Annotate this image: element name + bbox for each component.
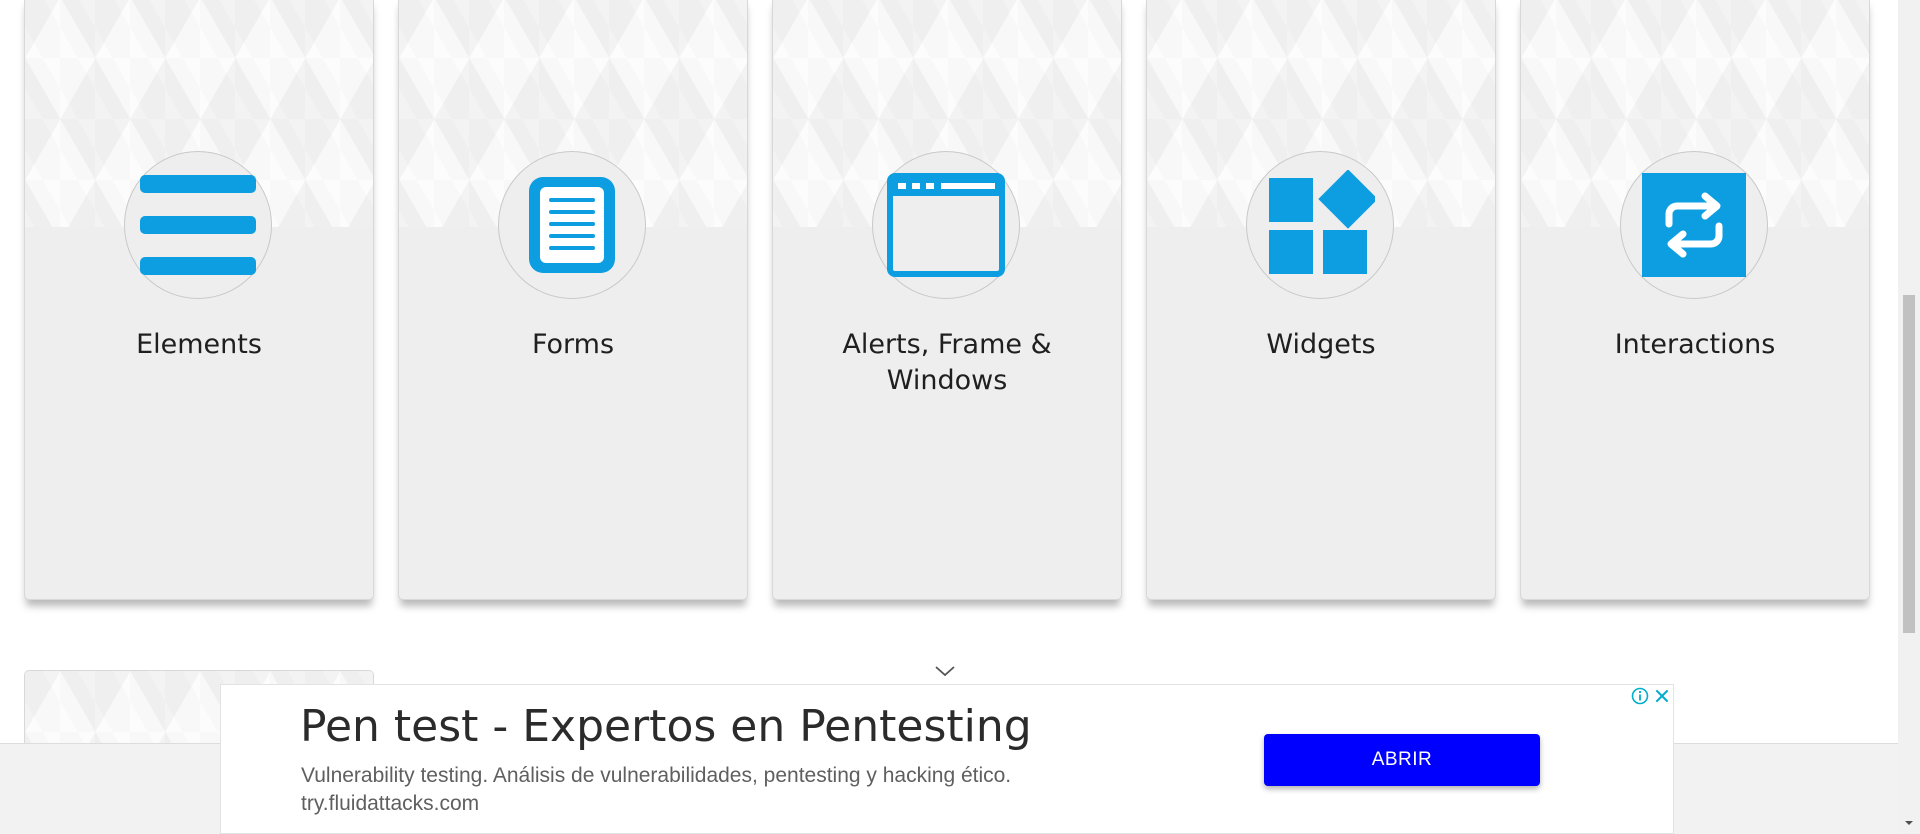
widgets-blocks-icon [1269,170,1375,274]
document-form-icon [529,177,615,273]
scroll-down-arrow-icon[interactable] [1898,812,1920,834]
repeat-arrows-icon [1642,173,1746,277]
card-icon-circle [1620,151,1768,299]
ad-title[interactable]: Pen test - Expertos en Pentesting [300,699,1032,755]
chevron-down-icon[interactable] [934,664,956,678]
scrollbar-thumb[interactable] [1903,295,1915,633]
card-icon-circle [872,151,1020,299]
hamburger-menu-icon [140,175,256,275]
ad-open-button[interactable]: ABRIR [1264,734,1540,786]
category-card-interactions[interactable]: Interactions [1520,0,1870,600]
card-title: Interactions [1614,329,1776,360]
browser-window-icon [887,173,1005,277]
card-icon-circle [1246,151,1394,299]
vertical-scrollbar[interactable] [1898,0,1920,834]
category-card-alerts-frame-windows[interactable]: Alerts, Frame & Windows [772,0,1122,600]
close-icon[interactable] [1651,685,1673,707]
card-icon-circle [124,151,272,299]
category-card-elements[interactable]: Elements [24,0,374,600]
card-title: Elements [136,329,262,360]
card-icon-circle [498,151,646,299]
card-title: Widgets [1266,329,1376,360]
ad-description: Vulnerability testing. Análisis de vulne… [301,764,1012,787]
info-icon[interactable] [1629,685,1651,707]
category-card-widgets[interactable]: Widgets [1146,0,1496,600]
ad-url[interactable]: try.fluidattacks.com [301,791,479,817]
page-viewport: Elements Forms Alerts, Frame & Windows W… [0,0,1898,834]
card-title: Alerts, Frame & Windows [842,329,1052,396]
ad-banner[interactable]: Pen test - Expertos en Pentesting Vulner… [220,684,1674,834]
card-title: Forms [531,329,615,360]
category-card-forms[interactable]: Forms [398,0,748,600]
